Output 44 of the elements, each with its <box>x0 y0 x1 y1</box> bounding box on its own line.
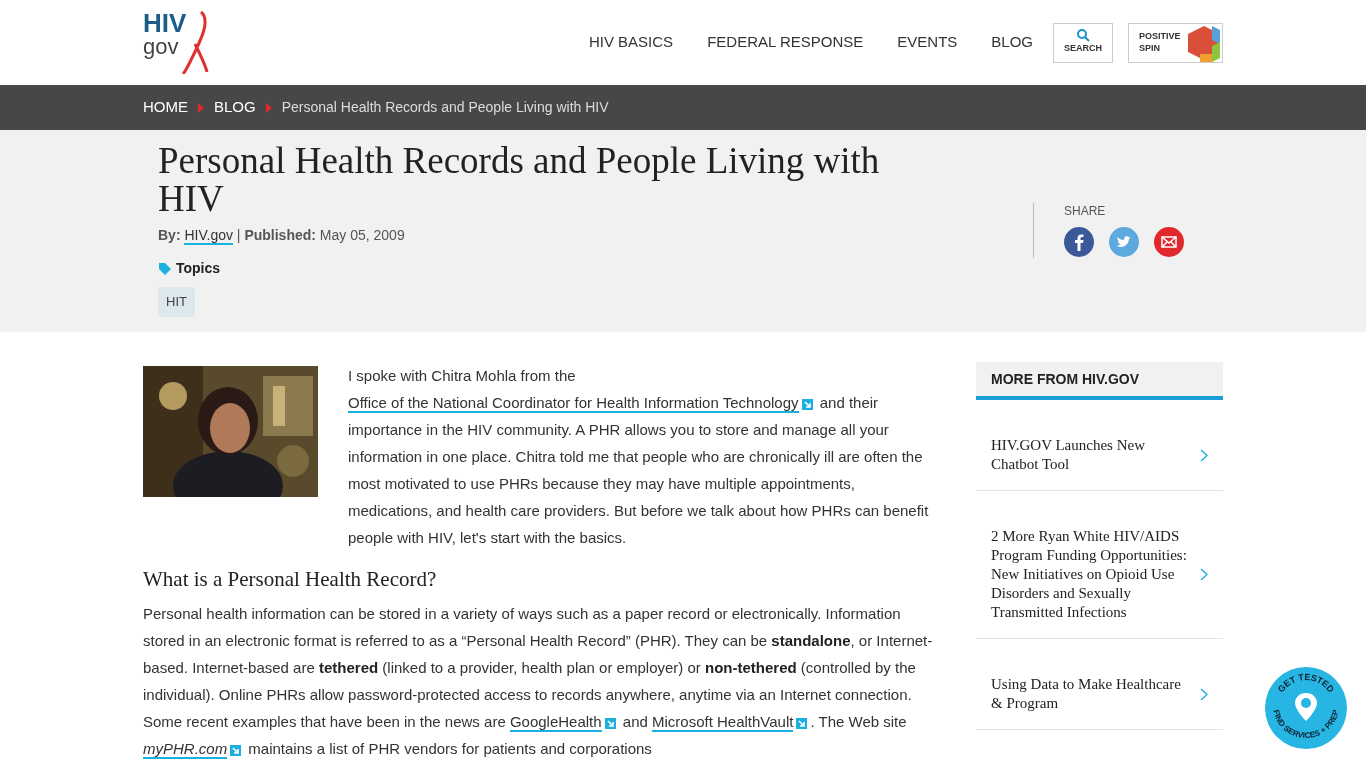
share-label: SHARE <box>1064 203 1107 220</box>
body-paragraph: I spoke with Chitra Mohla from the Office of the National Coordinator for Health Information Technology and their importance in the HIV community. A PHR allows you to store and manage all your information in one place. Chitra told me that people who are chronically ill are often the most motivated to use PHRs because they may have multiple appointments, medications, and health care providers. But before we talk about how PHRs can benefit people with HIV, let's start with the basics. <box>348 366 930 548</box>
sidebar-article-link[interactable]: Using Data to Make Healthcare & Program <box>976 639 1223 730</box>
article-title: Personal Health Records and People Living with HIV <box>158 142 881 218</box>
sidebar-article-link[interactable]: 2 More Ryan White HIV/AIDS Program Funding Opportunities: New Initiatives on Opioid Use Disorders and Sexually Transmitted Infections <box>976 491 1223 639</box>
body-paragraph: Personal health information can be stored in a variety of ways such as a paper record or electronically. Information stored in an electronic format is referred to as a “Personal Health Record” (PHR). They can be standalone, or Internet-based. Internet-based are tethered (linked to a provider, health plan or employer) or non-tethered (controlled by the individual). Online PHRs allow password-protected access to records anywhere, anytime via an Internet connection. Some recent examples that have been in the news are GoogleHealth and Microsoft HealthVault . The Web site myPHR.com maintains a list of PHR vendors for patients and corporations <box>143 604 934 761</box>
breadcrumb-current: Personal Health Records and People Living with HIV <box>281 98 609 117</box>
breadcrumb-link[interactable]: HOME <box>143 96 188 119</box>
nav-link[interactable]: FEDERAL RESPONSE <box>707 31 864 54</box>
section-heading: What is a Personal Health Record? <box>143 566 438 593</box>
text-link[interactable]: GoogleHealth <box>509 713 602 732</box>
topic-tag[interactable]: HIT <box>158 287 195 317</box>
external-link-icon <box>796 717 808 729</box>
text-link[interactable]: Microsoft HealthVault <box>652 713 794 732</box>
external-link-icon <box>230 744 242 756</box>
topics-label: Topics <box>176 259 221 278</box>
logo[interactable]: HIV gov <box>143 9 213 76</box>
external-link-icon <box>801 398 813 410</box>
caret-right-icon <box>265 102 272 113</box>
breadcrumb-link[interactable]: BLOG <box>214 96 256 119</box>
chevron-right-icon <box>1200 448 1208 462</box>
sidebar-title: MORE FROM HIV.GOV <box>976 362 1223 400</box>
nav-link[interactable]: EVENTS <box>897 31 958 54</box>
caret-right-icon <box>198 102 204 113</box>
byline: By: HIV.gov | Published: May 05, 2009 <box>158 226 406 246</box>
cube-logo-icon <box>1186 23 1222 62</box>
logo-text: HIV <box>143 9 187 36</box>
text-link[interactable]: Office of the National Coordinator for Health Information Technology <box>348 394 799 413</box>
positive-spin-button[interactable]: POSITIVE SPIN <box>1128 22 1223 63</box>
twitter-icon[interactable] <box>1109 227 1139 257</box>
text-link[interactable]: myPHR.com <box>143 740 228 759</box>
email-icon[interactable] <box>1154 227 1184 257</box>
external-link-icon <box>604 717 616 729</box>
sidebar-article-link[interactable]: HIV.GOV Launches New Chatbot Tool <box>976 400 1223 491</box>
facebook-icon[interactable] <box>1064 227 1094 257</box>
chevron-right-icon <box>1200 568 1208 581</box>
search-icon <box>1076 29 1090 43</box>
chevron-right-icon <box>1200 687 1208 701</box>
author-link[interactable]: HIV.gov <box>184 227 233 245</box>
nav-link[interactable]: HIV BASICS <box>588 31 674 54</box>
tag-icon <box>158 261 172 276</box>
nav-link[interactable]: BLOG <box>991 31 1033 54</box>
search-button[interactable]: SEARCH <box>1053 22 1113 63</box>
logo-text: gov <box>143 35 180 58</box>
